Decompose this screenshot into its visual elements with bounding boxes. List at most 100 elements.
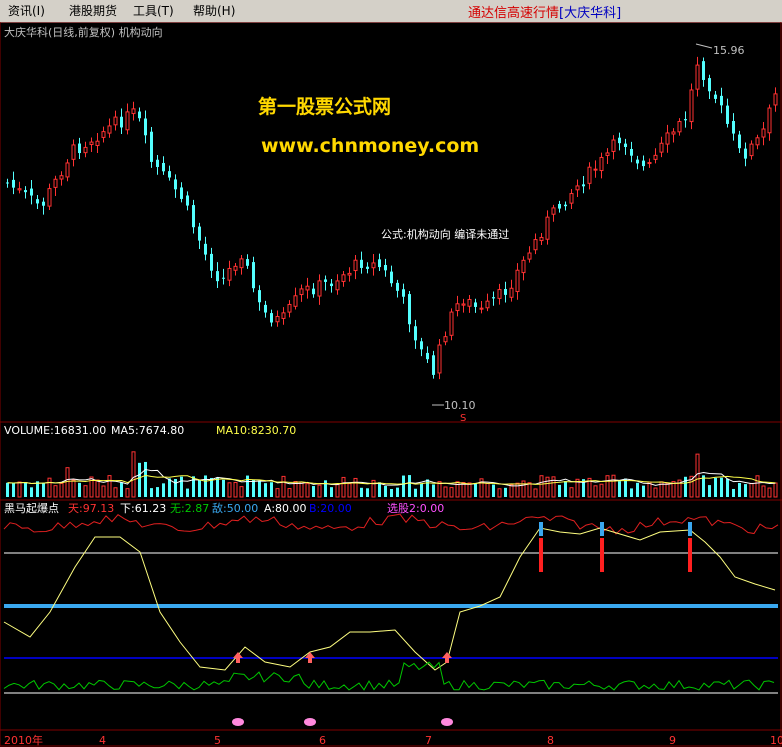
candle-body	[150, 131, 153, 162]
volume-bar	[647, 481, 652, 498]
candle-body	[186, 195, 189, 206]
candle-body	[485, 300, 490, 309]
volume-bar	[569, 487, 574, 498]
volume-ma5-label: MA5:7674.80	[111, 424, 184, 437]
volume-bar	[30, 487, 33, 497]
candle-body	[17, 188, 22, 191]
volume-bar	[83, 485, 88, 498]
date-label: 9	[669, 734, 676, 747]
candle-body	[599, 156, 604, 172]
wu-line	[3, 661, 775, 691]
candle-body	[6, 182, 9, 184]
candle-body	[402, 289, 405, 297]
candle-body	[192, 205, 195, 228]
menu-item-hk-futures[interactable]: 港股期货	[69, 2, 117, 19]
candle-body	[527, 252, 532, 260]
volume-bar	[131, 451, 136, 498]
stock-tag: [大庆华科]	[559, 6, 622, 21]
candle-body	[671, 131, 676, 135]
high-marker-line	[695, 43, 713, 49]
volume-bar	[773, 482, 778, 498]
volume-bar	[227, 482, 232, 498]
volume-bar	[414, 488, 417, 497]
candle-body	[113, 116, 118, 126]
volume-bar	[618, 481, 621, 497]
candle-body	[755, 137, 760, 146]
volume-bar	[642, 485, 645, 497]
candle-body	[689, 89, 694, 123]
candle-body	[246, 259, 249, 266]
price-panel-title: 大庆华科(日线,前复权) 机构动向	[4, 25, 163, 39]
candle-body	[335, 280, 340, 291]
candle-body	[749, 143, 754, 157]
candle-body	[396, 282, 399, 291]
up-arrow-icon	[305, 652, 315, 663]
candle-body	[252, 262, 255, 289]
volume-bar	[125, 488, 130, 498]
chart-area[interactable]: 大庆华科(日线,前复权) 机构动向 公式:机构动向 编译未通过 第一股票公式网 …	[0, 22, 782, 747]
candle-body	[107, 125, 112, 134]
market-title: 通达信高速行情[大庆华科]	[468, 2, 621, 21]
candle-body	[587, 166, 592, 184]
volume-bar	[467, 482, 472, 498]
candle-body	[695, 64, 700, 90]
menu-item-help[interactable]: 帮助(H)	[193, 2, 235, 19]
candle-body	[95, 140, 100, 146]
volume-bar	[156, 487, 159, 497]
candle-body	[461, 303, 466, 306]
candle-body	[708, 78, 711, 92]
menu-item-info[interactable]: 资讯(I)	[8, 2, 45, 19]
volume-bar	[353, 477, 358, 498]
candle-body	[78, 143, 81, 154]
volume-bar	[426, 479, 429, 497]
indicator-name: 黑马起爆点	[4, 501, 59, 515]
volume-bar	[402, 475, 405, 497]
volume-bar	[761, 485, 766, 498]
candle-body	[162, 162, 165, 172]
candle-body	[324, 279, 327, 282]
candle-body	[677, 121, 682, 133]
volume-bar	[624, 478, 627, 497]
candle-body	[773, 93, 778, 106]
volume-bar	[347, 483, 352, 498]
pink-marker-icon	[304, 718, 316, 726]
volume-bar	[275, 488, 280, 498]
signal-bar	[600, 538, 604, 572]
volume-bar	[144, 461, 147, 497]
candle-body	[564, 204, 567, 207]
candle-body	[642, 160, 645, 167]
volume-bar	[443, 486, 448, 498]
candle-body	[287, 303, 292, 313]
candle-body	[467, 299, 472, 307]
candle-body	[299, 288, 304, 296]
candle-body	[168, 171, 171, 178]
date-label: 4	[99, 734, 106, 747]
candle-body	[210, 253, 213, 271]
candle-body	[317, 280, 322, 297]
candle-body	[347, 272, 352, 276]
candle-body	[653, 154, 658, 160]
indicator-a: A:80.00	[264, 502, 307, 515]
candle-body	[767, 107, 772, 134]
menu-item-tools[interactable]: 工具(T)	[133, 2, 174, 19]
candle-body	[744, 148, 747, 159]
candle-body	[384, 265, 387, 271]
candle-body	[509, 287, 514, 298]
volume-bar	[755, 475, 760, 498]
volume-bar	[749, 482, 754, 498]
candle-body	[390, 271, 393, 284]
candle-body	[125, 111, 130, 131]
chart-frame	[0, 22, 782, 747]
volume-bar	[120, 482, 123, 497]
candle-body	[659, 142, 664, 153]
volume-bar	[485, 482, 490, 498]
volume-bar	[330, 487, 333, 497]
volume-bar	[653, 487, 658, 498]
menu-bar: 资讯(I) 港股期货 工具(T) 帮助(H) 通达信高速行情[大庆华科]	[0, 0, 782, 23]
candle-body	[65, 162, 70, 178]
xia-line	[3, 527, 776, 671]
candle-body	[293, 295, 298, 307]
candle-body	[443, 336, 448, 343]
candle-body	[227, 267, 232, 281]
candle-body	[312, 288, 315, 295]
